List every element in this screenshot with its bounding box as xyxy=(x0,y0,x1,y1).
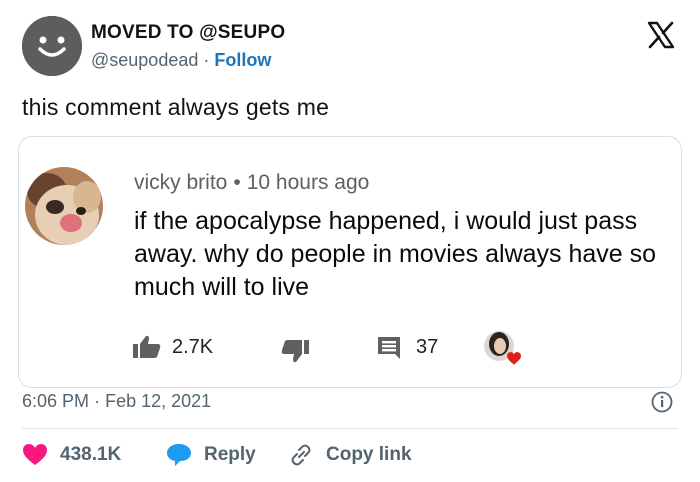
tweet-time: 6:06 PM xyxy=(22,391,90,411)
comment-like-count: 2.7K xyxy=(172,335,214,358)
comment-like: 2.7K xyxy=(132,334,213,360)
heart-icon xyxy=(23,444,47,465)
tweet-header: MOVED TO @SEUPO @seupodead · Follow xyxy=(22,16,682,78)
tweet-timestamp[interactable]: 6:06 PM · Feb 12, 2021 xyxy=(22,391,211,412)
dog-photo-icon xyxy=(25,167,103,245)
comment-icon xyxy=(378,337,400,359)
commenter-name: vicky brito xyxy=(134,171,228,194)
like-count: 438.1K xyxy=(60,444,122,465)
tweet-date: Feb 12, 2021 xyxy=(105,391,212,411)
creator-heart-avatar xyxy=(484,331,521,365)
tweet-text: this comment always gets me xyxy=(22,94,330,120)
thumbs-down-icon xyxy=(281,340,309,363)
copy-link-label: Copy link xyxy=(326,444,412,465)
link-icon xyxy=(291,444,311,466)
comment-actions: 2.7K 37 xyxy=(132,331,552,365)
reply-label: Reply xyxy=(204,444,256,465)
comment-dislike xyxy=(280,338,310,364)
author-avatar[interactable] xyxy=(22,16,82,76)
comment-meta: vicky brito • 10 hours ago xyxy=(134,171,369,195)
smiley-icon xyxy=(22,16,82,76)
follow-button[interactable]: Follow xyxy=(214,50,271,70)
commenter-avatar xyxy=(25,167,103,245)
comment-body: if the apocalypse happened, i would just… xyxy=(134,207,657,301)
thumbs-up-icon xyxy=(133,335,161,358)
info-icon[interactable] xyxy=(651,391,673,413)
author-handle[interactable]: @seupodead xyxy=(91,50,198,70)
x-logo-icon[interactable] xyxy=(646,20,676,50)
timestamp-separator: · xyxy=(94,391,101,411)
handle-separator: · xyxy=(203,50,210,70)
reply-button[interactable]: Reply xyxy=(166,440,256,470)
author-handle-row: @seupodead · Follow xyxy=(91,50,271,71)
meta-separator: • xyxy=(233,171,241,194)
comment-age: 10 hours ago xyxy=(246,171,370,194)
tweet-actions: 438.1K Reply Copy link xyxy=(22,440,678,470)
author-display-name[interactable]: MOVED TO @SEUPO xyxy=(91,22,285,44)
embedded-comment-image[interactable]: vicky brito • 10 hours ago if the apocalyp… xyxy=(18,136,682,388)
speech-bubble-icon xyxy=(167,444,191,466)
like-button[interactable]: 438.1K xyxy=(22,440,121,470)
comment-replies: 37 xyxy=(376,334,438,360)
comment-reply-count: 37 xyxy=(416,335,439,358)
divider xyxy=(22,428,678,429)
copy-link-button[interactable]: Copy link xyxy=(288,440,412,470)
